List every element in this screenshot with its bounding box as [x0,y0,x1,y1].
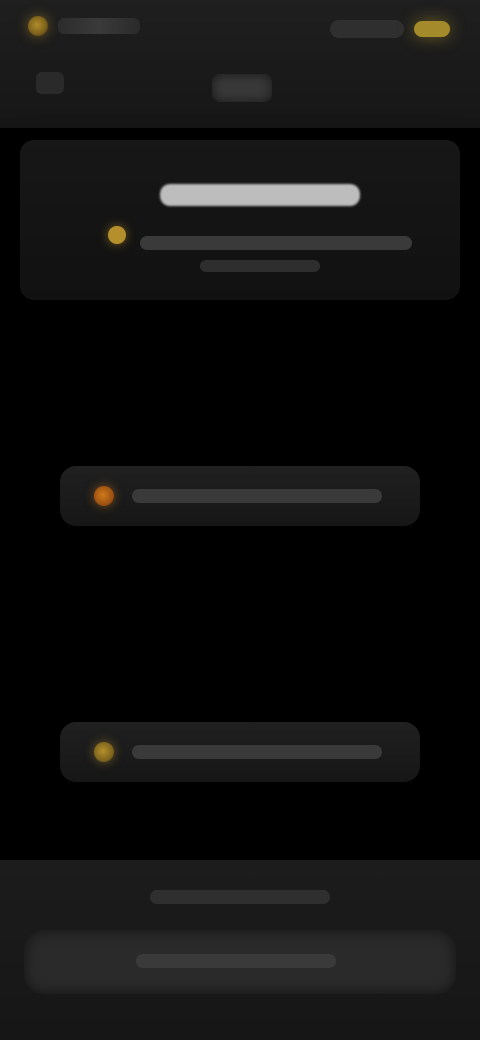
app-screen [0,0,480,1040]
info-icon [108,226,126,244]
center-tab-button[interactable] [212,74,272,102]
top-right-controls[interactable] [330,20,450,38]
top-right-control-pill[interactable] [330,20,404,38]
logo-icon [28,16,48,36]
logo-text-placeholder [58,18,140,34]
primary-action-button-1[interactable] [60,466,420,526]
back-or-menu-button[interactable] [36,72,64,94]
button-2-text-placeholder [132,745,382,759]
logo-row[interactable] [28,16,140,36]
top-header [0,0,480,128]
bottom-input-placeholder [136,954,336,968]
top-right-accent-button[interactable] [414,21,450,37]
dot-icon [94,742,114,762]
info-card-subtext-line [200,260,320,272]
button-1-text-placeholder [132,489,382,503]
bottom-hint-placeholder [150,890,330,904]
info-card-title-placeholder [160,184,360,206]
bottom-panel [0,860,480,1040]
bottom-input-field[interactable] [24,930,456,994]
primary-action-button-2[interactable] [60,722,420,782]
info-card [20,140,460,300]
dot-icon [94,486,114,506]
info-card-text-line [140,236,412,250]
